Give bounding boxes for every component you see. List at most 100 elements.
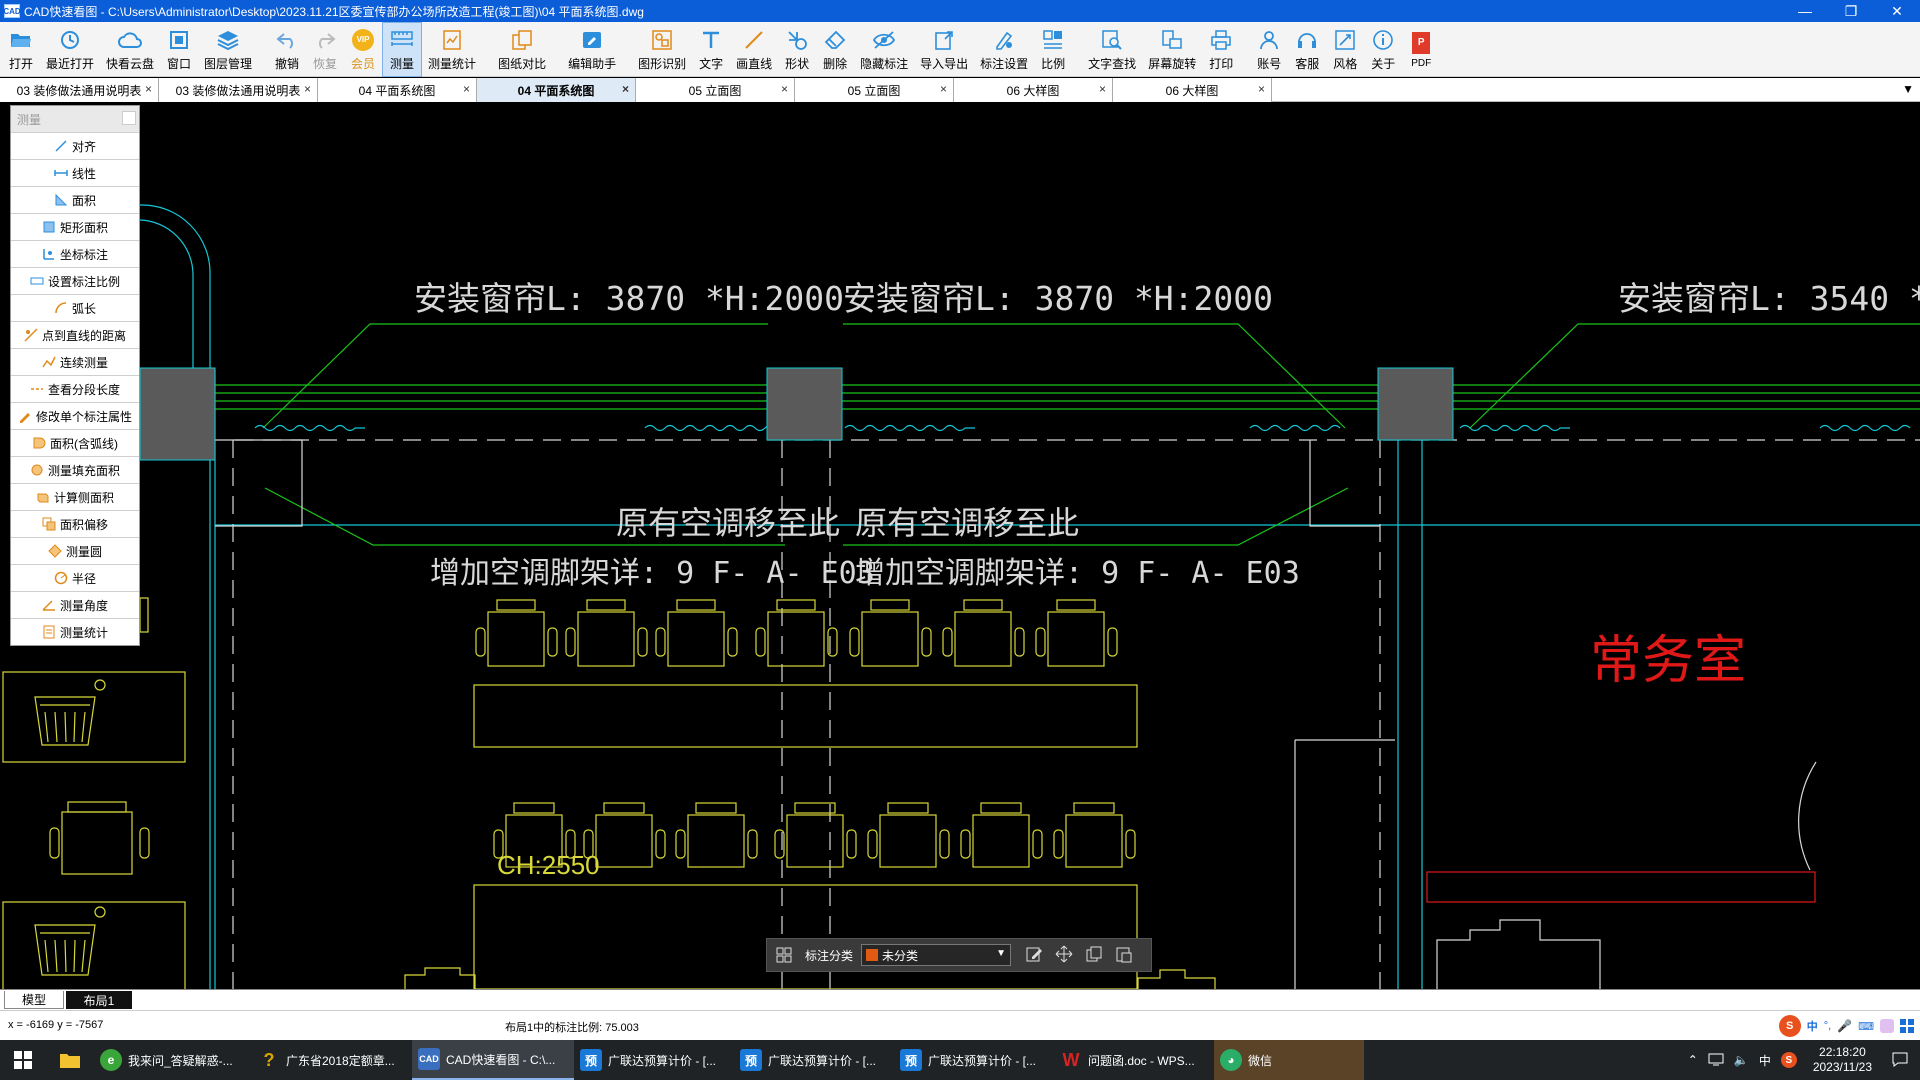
close-icon[interactable]: × bbox=[463, 82, 470, 96]
measure-arc-length[interactable]: 弧长 bbox=[11, 294, 139, 321]
measure-rect-area[interactable]: 矩形面积 bbox=[11, 213, 139, 240]
tab-layout1[interactable]: 布局1 bbox=[66, 991, 132, 1009]
measure-angle[interactable]: 测量角度 bbox=[11, 591, 139, 618]
measure-stats-button[interactable]: 测量统计 bbox=[422, 22, 482, 77]
file-explorer-button[interactable] bbox=[46, 1040, 94, 1080]
close-icon[interactable]: × bbox=[1258, 82, 1265, 96]
account-button[interactable]: 账号 bbox=[1250, 22, 1288, 77]
layers-button[interactable]: 图层管理 bbox=[198, 22, 258, 77]
measure-segment-length[interactable]: 查看分段长度 bbox=[11, 375, 139, 402]
shape-button[interactable]: 形状 bbox=[778, 22, 816, 77]
ime-chinese-mode[interactable]: 中 bbox=[1807, 1018, 1818, 1034]
close-icon[interactable]: × bbox=[145, 82, 152, 96]
measure-edit-property[interactable]: 修改单个标注属性 bbox=[11, 402, 139, 429]
tab-06-a[interactable]: 06 大样图 × bbox=[954, 78, 1113, 102]
close-icon[interactable]: × bbox=[304, 82, 311, 96]
notification-icon[interactable] bbox=[1892, 1051, 1908, 1070]
compare-button[interactable]: 图纸对比 bbox=[492, 22, 552, 77]
apps-icon[interactable] bbox=[1900, 1019, 1914, 1033]
measure-button[interactable]: 测量 bbox=[382, 22, 423, 77]
window-button[interactable]: 窗口 bbox=[160, 22, 198, 77]
tab-model[interactable]: 模型 bbox=[4, 991, 64, 1009]
sogou-tray-icon[interactable]: S bbox=[1780, 1052, 1797, 1068]
measure-fill-area[interactable]: 测量填充面积 bbox=[11, 456, 139, 483]
edit-note-icon[interactable] bbox=[1025, 945, 1043, 966]
draw-line-button[interactable]: 画直线 bbox=[730, 22, 778, 77]
measure-area-arc[interactable]: 面积(含弧线) bbox=[11, 429, 139, 456]
about-button[interactable]: 关于 bbox=[1364, 22, 1402, 77]
input-language-indicator[interactable]: 中 bbox=[1759, 1052, 1771, 1069]
tab-05-b[interactable]: 05 立面图 × bbox=[795, 78, 954, 102]
move-icon[interactable] bbox=[1055, 945, 1073, 966]
tab-03-a[interactable]: 03 装修做法通用说明表 × bbox=[0, 78, 159, 102]
copy-icon[interactable] bbox=[1085, 945, 1103, 966]
taskbar-item-glodon-3[interactable]: 预广联达预算计价 - [... bbox=[894, 1040, 1054, 1080]
measure-circle[interactable]: 测量圆 bbox=[11, 537, 139, 564]
text-search-button[interactable]: 文字查找 bbox=[1082, 22, 1142, 77]
measure-statistics[interactable]: 测量统计 bbox=[11, 618, 139, 645]
annotation-category-select[interactable]: 未分类 ▼ bbox=[861, 944, 1012, 966]
close-icon[interactable]: × bbox=[622, 82, 629, 96]
maximize-button[interactable]: ❐ bbox=[1828, 0, 1874, 22]
style-button[interactable]: 风格 bbox=[1326, 22, 1364, 77]
rotate-screen-button[interactable]: 屏幕旋转 bbox=[1142, 22, 1202, 77]
skin-icon[interactable] bbox=[1880, 1019, 1894, 1033]
tray-overflow-icon[interactable]: ⌃ bbox=[1688, 1053, 1698, 1067]
measure-side-area[interactable]: 计算侧面积 bbox=[11, 483, 139, 510]
cloud-button[interactable]: 快看云盘 bbox=[100, 22, 160, 77]
recent-button[interactable]: 最近打开 bbox=[40, 22, 100, 77]
tab-05-a[interactable]: 05 立面图 × bbox=[636, 78, 795, 102]
open-button[interactable]: 打开 bbox=[2, 22, 40, 77]
scale-button[interactable]: 比例 bbox=[1034, 22, 1072, 77]
drawing-canvas[interactable]: 安装窗帘L: 3870 *H:2000 安装窗帘L: 3870 *H:2000 … bbox=[0, 102, 1920, 989]
shape-recognize-button[interactable]: 图形识别 bbox=[632, 22, 692, 77]
measure-align[interactable]: 对齐 bbox=[11, 132, 139, 159]
taskbar-item-help-doc[interactable]: ? 广东省2018定额章... bbox=[252, 1040, 412, 1080]
close-button[interactable]: ✕ bbox=[1874, 0, 1920, 22]
vip-button[interactable]: VIP 会员 bbox=[344, 22, 382, 77]
grid-icon[interactable] bbox=[775, 946, 793, 964]
redo-button[interactable]: 恢复 bbox=[306, 22, 344, 77]
hide-annotations-button[interactable]: 隐藏标注 bbox=[854, 22, 914, 77]
pdf-button[interactable]: P PDF bbox=[1402, 22, 1440, 77]
start-button[interactable] bbox=[0, 1040, 46, 1080]
measure-set-scale[interactable]: 设置标注比例 bbox=[11, 267, 139, 294]
support-button[interactable]: 客服 bbox=[1288, 22, 1326, 77]
clock[interactable]: 22:18:20 2023/11/23 bbox=[1813, 1045, 1872, 1075]
measure-coordinate[interactable]: 坐标标注 bbox=[11, 240, 139, 267]
taskbar-item-cad[interactable]: CAD CAD快速看图 - C:\... bbox=[412, 1040, 574, 1080]
network-icon[interactable] bbox=[1708, 1052, 1724, 1069]
microphone-icon[interactable]: 🎤 bbox=[1837, 1019, 1852, 1033]
paste-icon[interactable] bbox=[1115, 945, 1133, 966]
delete-button[interactable]: 删除 bbox=[816, 22, 854, 77]
undo-button[interactable]: 撤销 bbox=[268, 22, 306, 77]
close-icon[interactable]: × bbox=[781, 82, 788, 96]
minimize-button[interactable]: — bbox=[1782, 0, 1828, 22]
taskbar-item-glodon-2[interactable]: 预广联达预算计价 - [... bbox=[734, 1040, 894, 1080]
tab-overflow-button[interactable]: ▼ bbox=[1902, 82, 1914, 96]
measure-area[interactable]: 面积 bbox=[11, 186, 139, 213]
tab-06-b[interactable]: 06 大样图 × bbox=[1113, 78, 1272, 102]
taskbar-item-wechat[interactable]: ◕ 微信 bbox=[1214, 1040, 1364, 1080]
import-export-button[interactable]: 导入导出 bbox=[914, 22, 974, 77]
close-icon[interactable]: × bbox=[940, 82, 947, 96]
close-icon[interactable]: × bbox=[1099, 82, 1106, 96]
tab-04-a[interactable]: 04 平面系统图 × bbox=[318, 78, 477, 102]
edit-assistant-button[interactable]: 编辑助手 bbox=[562, 22, 622, 77]
panel-close-button[interactable] bbox=[122, 111, 136, 125]
tab-03-b[interactable]: 03 装修做法通用说明表 × bbox=[159, 78, 318, 102]
volume-muted-icon[interactable]: 🔈 bbox=[1734, 1053, 1749, 1067]
annotation-settings-button[interactable]: 标注设置 bbox=[974, 22, 1034, 77]
sogou-icon[interactable]: S bbox=[1778, 1015, 1801, 1037]
measure-linear[interactable]: 线性 bbox=[11, 159, 139, 186]
text-button[interactable]: 文字 bbox=[692, 22, 730, 77]
measure-continuous[interactable]: 连续测量 bbox=[11, 348, 139, 375]
tab-04-active[interactable]: 04 平面系统图 × bbox=[477, 78, 636, 102]
measure-point-line[interactable]: 点到直线的距离 bbox=[11, 321, 139, 348]
keyboard-icon[interactable]: ⌨ bbox=[1858, 1020, 1874, 1033]
print-button[interactable]: 打印 bbox=[1202, 22, 1240, 77]
taskbar-item-glodon-1[interactable]: 预广联达预算计价 - [... bbox=[574, 1040, 734, 1080]
ime-punctuation[interactable]: °, bbox=[1824, 1020, 1831, 1032]
taskbar-item-browser[interactable]: e 我来问_答疑解惑-... bbox=[94, 1040, 252, 1080]
measure-area-offset[interactable]: 面积偏移 bbox=[11, 510, 139, 537]
